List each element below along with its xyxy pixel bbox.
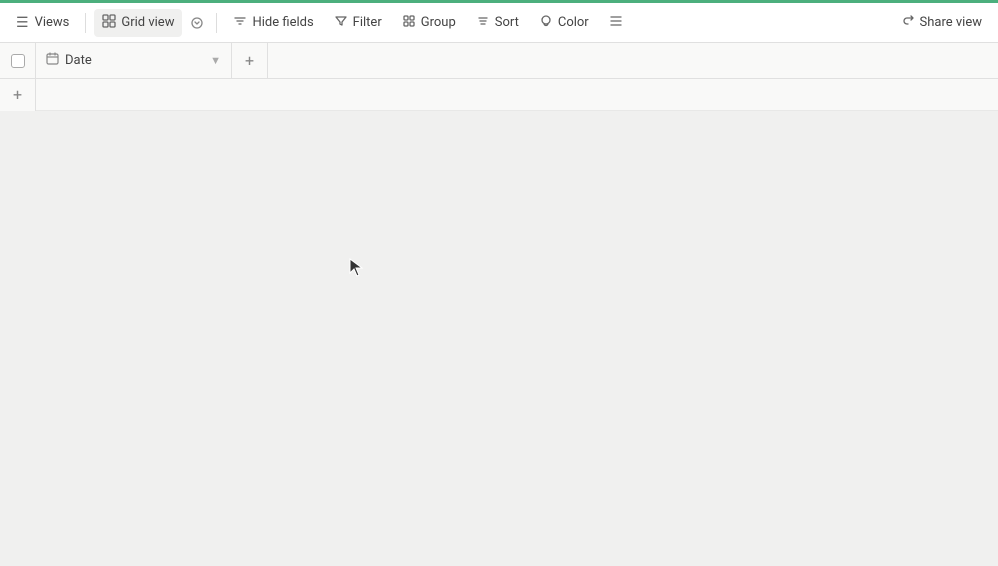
color-button[interactable]: Color <box>531 9 597 37</box>
header-checkbox[interactable] <box>11 54 25 68</box>
add-row-button[interactable]: + <box>0 79 36 111</box>
sort-label: Sort <box>495 15 519 30</box>
color-icon <box>539 14 553 32</box>
hide-fields-icon <box>233 14 247 32</box>
add-column-icon: + <box>245 51 254 70</box>
group-button[interactable]: Group <box>394 9 464 37</box>
view-options-dropdown[interactable] <box>186 11 208 35</box>
row-height-button[interactable] <box>601 9 631 37</box>
add-column-button[interactable]: + <box>232 43 268 79</box>
table-area: Date ▼ + + <box>0 43 998 566</box>
share-icon <box>901 14 915 32</box>
grid-view-button[interactable]: Grid view <box>94 9 182 37</box>
select-all-checkbox[interactable] <box>0 43 36 79</box>
table-row: + <box>0 79 998 111</box>
col-dropdown-icon: ▼ <box>210 54 221 67</box>
toolbar-divider-1 <box>85 13 86 33</box>
hide-fields-label: Hide fields <box>252 15 313 30</box>
add-row-icon: + <box>13 85 22 104</box>
share-view-button[interactable]: Share view <box>893 9 990 37</box>
date-column-header[interactable]: Date ▼ <box>36 43 232 79</box>
table-body <box>0 111 998 566</box>
group-icon <box>402 14 416 32</box>
toolbar: ☰ Views Grid view Hide fields <box>0 3 998 43</box>
views-label: Views <box>35 15 70 30</box>
hamburger-icon: ☰ <box>16 15 29 31</box>
grid-view-label: Grid view <box>121 15 174 30</box>
row-height-icon <box>609 14 623 32</box>
sort-icon <box>476 14 490 32</box>
views-button[interactable]: ☰ Views <box>8 10 77 36</box>
grid-icon <box>102 14 116 32</box>
main-content: Date ▼ + + <box>0 43 998 566</box>
date-col-label: Date <box>65 53 92 68</box>
toolbar-divider-2 <box>216 13 217 33</box>
filter-button[interactable]: Filter <box>326 9 390 37</box>
sort-button[interactable]: Sort <box>468 9 527 37</box>
filter-label: Filter <box>353 15 382 30</box>
group-label: Group <box>421 15 456 30</box>
filter-icon <box>334 14 348 32</box>
table-header: Date ▼ + <box>0 43 998 79</box>
color-label: Color <box>558 15 589 30</box>
share-view-label: Share view <box>920 15 982 30</box>
hide-fields-button[interactable]: Hide fields <box>225 9 321 37</box>
date-col-icon <box>46 52 59 69</box>
